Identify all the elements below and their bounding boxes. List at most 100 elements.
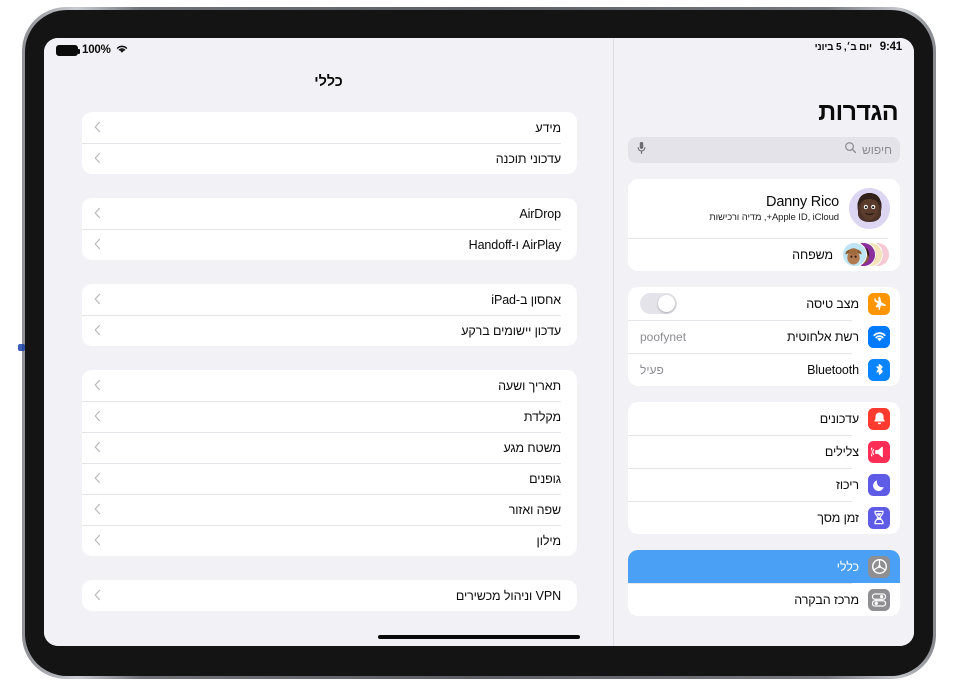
settings-group: מידע עדכוני תוכנה [82, 112, 577, 174]
sidebar-item-alerts-2[interactable]: ריכוז [628, 468, 900, 501]
sidebar-item-label: כללי [836, 559, 859, 574]
account-name: Danny Rico [766, 194, 839, 210]
settings-row[interactable]: עדכוני תוכנה [82, 143, 577, 174]
apple-id-texts: Danny Rico Apple ID, iCloud+, מדיה ורכיש… [640, 194, 839, 223]
settings-detail-groups: מידע עדכוני תוכנה AirDrop AirPlay ו-Handoff… [44, 112, 613, 611]
sidebar-item-label: מצב טיסה [806, 296, 859, 311]
settings-row-label: AirDrop [519, 206, 561, 221]
moon-icon [868, 473, 890, 496]
sidebar-item-connectivity-0[interactable]: מצב טיסה [628, 287, 900, 320]
memoji-avatar-1 [842, 242, 867, 267]
sidebar-item-system-1[interactable]: מרכז הבקרה [628, 583, 900, 616]
settings-row[interactable]: גופנים [82, 463, 577, 494]
control-center-icon [868, 588, 890, 611]
sidebar-item-text: Bluetooth פעיל [640, 363, 859, 377]
settings-row-label: מקלדת [523, 409, 561, 424]
settings-row[interactable]: שפה ואזור [82, 494, 577, 525]
sidebar-item-text: מרכז הבקרה [640, 593, 859, 607]
sidebar-item-text: עדכונים [640, 412, 859, 426]
settings-row[interactable]: עדכון יישומים ברקע [82, 315, 577, 346]
sidebar-item-alerts-1[interactable]: צלילים [628, 435, 900, 468]
sidebar-item-alerts-3[interactable]: זמן מסך [628, 501, 900, 534]
airplane-icon [868, 292, 890, 315]
sidebar-item-label: צלילים [824, 444, 859, 459]
sidebar-item-text: רשת אלחוטית poofynet [640, 330, 859, 344]
settings-row-label: עדכון יישומים ברקע [461, 323, 561, 338]
hourglass-icon [868, 506, 890, 529]
gear-icon [868, 555, 890, 578]
sidebar-item-label: זמן מסך [817, 510, 859, 525]
settings-group: VPN וניהול מכשירים [82, 580, 577, 611]
settings-row-label: מילון [536, 533, 562, 548]
sidebar-item-label: ריכוז [835, 477, 859, 492]
connectivity-group: מצב טיסה רשת אלחוטית poofynet Bluetooth פעיל [628, 287, 900, 386]
family-label: משפחה [792, 247, 833, 262]
sidebar-item-value: פעיל [640, 362, 664, 377]
apple-id-row[interactable]: Danny Rico Apple ID, iCloud+, מדיה ורכיש… [628, 179, 900, 238]
sidebar-item-text: מצב טיסה [640, 293, 859, 314]
search-placeholder: חיפוש [862, 143, 892, 157]
settings-group: אחסון ב-iPad עדכון יישומים ברקע [82, 284, 577, 346]
bell-icon [868, 407, 890, 430]
family-text: משפחה [640, 248, 833, 262]
wifi-icon [868, 325, 890, 348]
settings-row-label: AirPlay ו-Handoff [468, 237, 561, 252]
speaker-waves-icon [868, 440, 890, 463]
settings-row[interactable]: AirPlay ו-Handoff [82, 229, 577, 260]
settings-sidebar: הגדרות חיפוש Danny Rico Apple ID, iCloud… [613, 38, 914, 646]
settings-row-label: VPN וניהול מכשירים [455, 588, 561, 603]
settings-row[interactable]: מקלדת [82, 401, 577, 432]
settings-row[interactable]: משטח מגע [82, 432, 577, 463]
avatar [849, 188, 890, 229]
sidebar-item-alerts-0[interactable]: עדכונים [628, 402, 900, 435]
system-group: כללי מרכז הבקרה [628, 550, 900, 616]
sidebar-item-label: Bluetooth [807, 362, 859, 377]
settings-row[interactable]: AirDrop [82, 198, 577, 229]
sidebar-item-text: כללי [640, 560, 859, 574]
chevron-back-icon [94, 238, 101, 252]
sidebar-item-connectivity-1[interactable]: רשת אלחוטית poofynet [628, 320, 900, 353]
bezel-sensor-dot [18, 344, 25, 351]
sidebar-item-value: poofynet [640, 329, 687, 344]
sidebar-item-label: רשת אלחוטית [786, 329, 859, 344]
account-subtitle: Apple ID, iCloud+, מדיה ורכישות [709, 212, 839, 223]
ipad-screen: כללי מידע עדכוני תוכנה AirDrop AirPlay ו-Ha… [44, 38, 914, 646]
settings-row[interactable]: מידע [82, 112, 577, 143]
sidebar-item-label: מרכז הבקרה [794, 592, 859, 607]
search-icon [844, 141, 857, 159]
settings-row-label: עדכוני תוכנה [495, 151, 561, 166]
search-input[interactable]: חיפוש [628, 137, 900, 163]
settings-row-label: אחסון ב-iPad [491, 292, 561, 307]
family-row[interactable]: משפחה [628, 238, 900, 271]
settings-row-label: גופנים [529, 471, 561, 486]
settings-detail-pane: כללי מידע עדכוני תוכנה AirDrop AirPlay ו-Ha… [44, 38, 613, 646]
microphone-icon[interactable] [636, 141, 647, 160]
settings-row[interactable]: מילון [82, 525, 577, 556]
toggle-knob [657, 294, 676, 313]
search-placeholder-group: חיפוש [844, 141, 892, 159]
sidebar-item-text: ריכוז [640, 478, 859, 492]
sidebar-title: הגדרות [818, 98, 898, 126]
chevron-back-icon [94, 441, 101, 455]
sidebar-item-connectivity-2[interactable]: Bluetooth פעיל [628, 353, 900, 386]
chevron-back-icon [94, 293, 101, 307]
chevron-back-icon [94, 534, 101, 548]
family-avatars [842, 242, 890, 267]
alerts-group: עדכונים צלילים ריכוז זמן מסך [628, 402, 900, 534]
account-group: Danny Rico Apple ID, iCloud+, מדיה ורכיש… [628, 179, 900, 271]
home-indicator[interactable] [378, 635, 580, 639]
sidebar-item-system-0[interactable]: כללי [628, 550, 900, 583]
chevron-back-icon [94, 121, 101, 135]
airplane-mode-toggle[interactable] [640, 293, 677, 314]
chevron-back-icon [94, 379, 101, 393]
settings-row[interactable]: אחסון ב-iPad [82, 284, 577, 315]
settings-row[interactable]: VPN וניהול מכשירים [82, 580, 577, 611]
page-title: כללי [314, 74, 343, 90]
settings-row-label: מידע [535, 120, 561, 135]
sidebar-item-text: זמן מסך [640, 511, 859, 525]
settings-row[interactable]: תאריך ושעה [82, 370, 577, 401]
chevron-back-icon [94, 589, 101, 603]
chevron-back-icon [94, 472, 101, 486]
settings-group: תאריך ושעה מקלדת משטח מגע גופנים שפה ואזור מי… [82, 370, 577, 556]
settings-row-label: משטח מגע [503, 440, 561, 455]
